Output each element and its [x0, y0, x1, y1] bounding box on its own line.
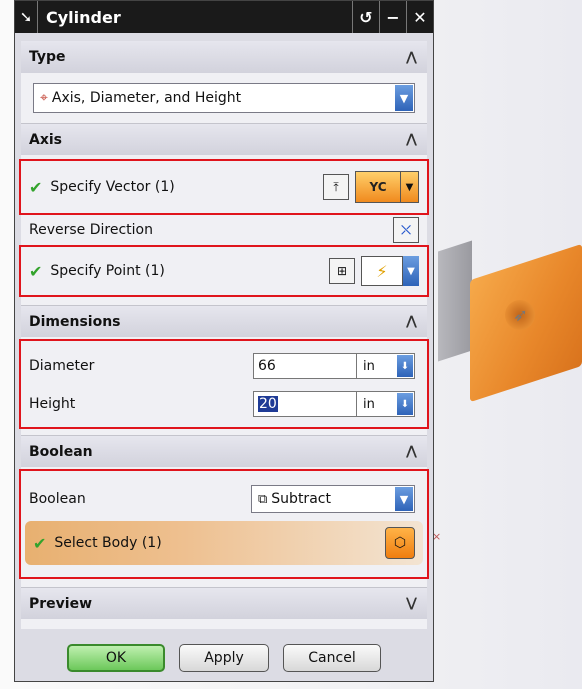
height-label: Height — [29, 396, 76, 412]
height-unit-select[interactable]: in ⬇ — [357, 391, 415, 417]
cylinder-type-icon: ⌖ — [40, 90, 48, 106]
cancel-button[interactable]: Cancel — [283, 644, 381, 672]
diameter-unit-value: in — [363, 358, 375, 374]
subtract-icon: ⧉ — [258, 491, 268, 507]
expand-caret-icon[interactable]: ⋁ — [406, 596, 417, 611]
dropdown-arrow-icon[interactable]: ⬇ — [397, 393, 413, 415]
dimensions-group: Diameter 66 in ⬇ Height 20 in ⬇ — [19, 339, 429, 429]
axis-header-label: Axis — [29, 131, 62, 148]
dialog-body: Type ⋀ ⌖ Axis, Diameter, and Height ▼ Ax… — [19, 41, 429, 629]
apply-button[interactable]: Apply — [179, 644, 269, 672]
type-section-header[interactable]: Type ⋀ — [21, 41, 427, 73]
dropdown-arrow-icon[interactable]: ▼ — [395, 487, 413, 511]
dimensions-section-header[interactable]: Dimensions ⋀ — [21, 305, 427, 337]
diameter-input[interactable]: 66 — [253, 353, 357, 379]
select-body-row[interactable]: ✔ Select Body (1) ⬡ — [25, 521, 423, 565]
cylinder-dialog: ➘ Cylinder ↺ − ✕ Type ⋀ ⌖ Axis, Diameter… — [14, 0, 434, 682]
height-input-value: 20 — [258, 396, 278, 412]
boolean-section-header[interactable]: Boolean ⋀ — [21, 435, 427, 467]
vector-dialog-icon[interactable]: ⤒ — [323, 174, 349, 200]
preview-section-header[interactable]: Preview ⋁ — [21, 587, 427, 619]
collapse-caret-icon[interactable]: ⋀ — [406, 444, 417, 459]
dropdown-arrow-icon[interactable]: ⬇ — [397, 355, 413, 377]
axis-section-header[interactable]: Axis ⋀ — [21, 123, 427, 155]
reset-button[interactable]: ↺ — [352, 1, 379, 33]
select-body-icon[interactable]: ⬡ — [385, 527, 415, 559]
close-button[interactable]: ✕ — [406, 1, 433, 33]
type-header-label: Type — [29, 49, 66, 65]
select-arrow-icon[interactable]: ➘ — [15, 1, 38, 33]
height-input[interactable]: 20 — [253, 391, 357, 417]
vector-dropdown-icon[interactable]: ▼ — [401, 171, 419, 203]
specify-vector-row[interactable]: ✔ Specify Vector (1) ⤒ YC ▼ — [19, 159, 429, 215]
axis-vector-marker: ➶ — [513, 305, 529, 326]
dropdown-arrow-icon[interactable]: ▼ — [395, 85, 413, 111]
collapse-caret-icon[interactable]: ⋀ — [406, 314, 417, 329]
check-icon: ✔ — [29, 177, 43, 197]
minimize-button[interactable]: − — [379, 1, 406, 33]
check-icon: ✔ — [33, 533, 47, 553]
specify-vector-label: Specify Vector (1) — [50, 179, 175, 195]
point-dialog-icon[interactable]: ⊞ — [329, 258, 355, 284]
reverse-direction-icon[interactable]: ⤬ — [393, 217, 419, 243]
type-select[interactable]: ⌖ Axis, Diameter, and Height ▼ — [33, 83, 415, 113]
boolean-select[interactable]: ⧉ Subtract ▼ — [251, 485, 415, 513]
select-body-label: Select Body (1) — [54, 535, 162, 551]
boolean-header-label: Boolean — [29, 443, 93, 460]
inferred-point-icon[interactable]: ⚡ — [361, 256, 403, 286]
boolean-group: Boolean ⧉ Subtract ▼ ✔ Select Body (1) ⬡ — [19, 469, 429, 579]
type-select-value: Axis, Diameter, and Height — [51, 90, 242, 106]
point-dropdown-icon[interactable]: ▼ — [403, 256, 419, 286]
specify-point-label: Specify Point (1) — [50, 263, 165, 279]
height-unit-value: in — [363, 396, 375, 412]
vector-yc-button[interactable]: YC — [355, 171, 401, 203]
dimensions-header-label: Dimensions — [29, 313, 121, 330]
boolean-label: Boolean — [29, 491, 86, 507]
specify-point-row[interactable]: ✔ Specify Point (1) ⊞ ⚡ ▼ — [19, 245, 429, 297]
collapse-caret-icon[interactable]: ⋀ — [406, 50, 417, 65]
reverse-direction-label: Reverse Direction — [29, 222, 153, 238]
diameter-label: Diameter — [29, 358, 95, 374]
ok-button[interactable]: OK — [67, 644, 165, 672]
preview-header-label: Preview — [29, 595, 93, 612]
title-bar: ➘ Cylinder ↺ − ✕ — [15, 1, 433, 33]
dialog-title: Cylinder — [46, 7, 121, 27]
dialog-footer: OK Apply Cancel — [15, 633, 433, 683]
collapse-caret-icon[interactable]: ⋀ — [406, 132, 417, 147]
check-icon: ✔ — [29, 261, 43, 281]
diameter-unit-select[interactable]: in ⬇ — [357, 353, 415, 379]
solid-body-side — [438, 240, 472, 362]
boolean-select-value: Subtract — [271, 491, 331, 507]
